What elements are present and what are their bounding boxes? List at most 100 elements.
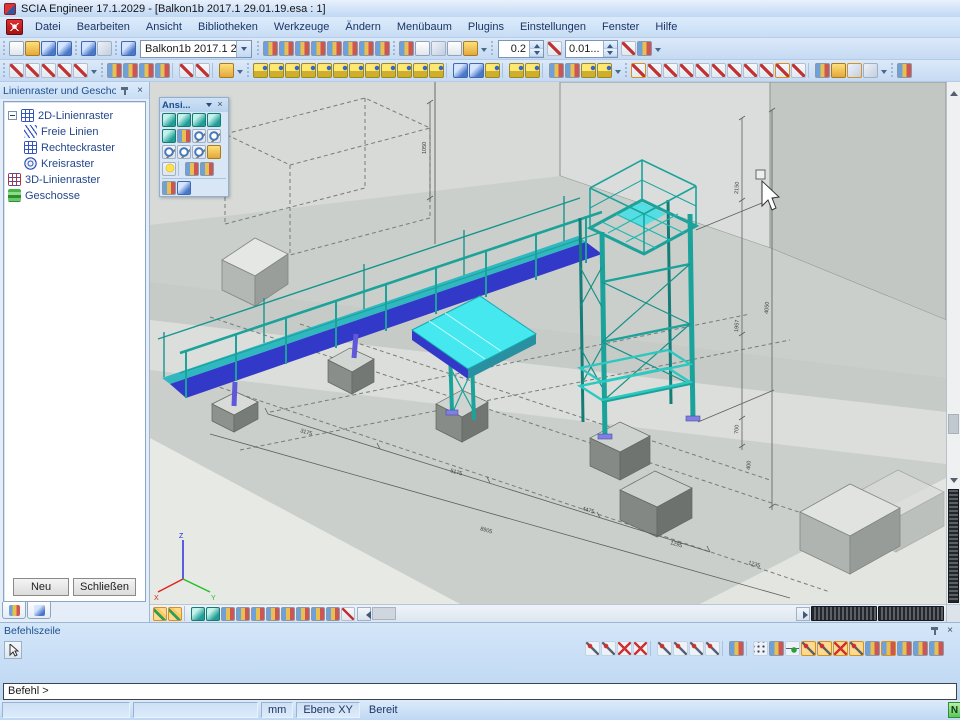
chevron-down-icon[interactable] [236,41,251,57]
perspective-icon[interactable] [177,181,191,195]
view-toolbar-header[interactable]: Ansi... × [160,98,228,112]
open-project-icon[interactable] [219,63,234,78]
snap-intersection-icon[interactable] [657,641,672,656]
truss-icon[interactable] [397,63,412,78]
eraser-icon[interactable] [485,63,500,78]
selection-cursor-button[interactable] [4,641,22,659]
snap-nearest-icon[interactable] [601,641,616,656]
render-mode-icon[interactable] [168,607,182,621]
close-icon[interactable]: × [134,85,146,97]
circle-icon[interactable] [57,63,72,78]
horizontal-scroll-track[interactable] [372,607,396,620]
menu-aendern[interactable]: Ändern [337,19,388,35]
axo-view-icon[interactable] [191,607,205,621]
vertical-scroll-track[interactable] [947,96,960,474]
zoom-in-icon[interactable] [192,129,206,143]
picture-a-icon[interactable] [311,607,325,621]
line-icon[interactable] [9,63,24,78]
line-grid-icon[interactable] [769,641,784,656]
toolbar-grip[interactable] [246,63,251,79]
shell-icon[interactable] [365,63,380,78]
label-beams-icon[interactable] [679,63,694,78]
render-a-icon[interactable] [185,162,199,176]
fly-through-icon[interactable] [195,63,210,78]
toolbar-grip[interactable] [74,41,79,57]
column-icon[interactable] [269,63,284,78]
toolbar-grip[interactable] [2,63,7,79]
menu-plugins[interactable]: Plugins [460,19,512,35]
snap-tangent-icon[interactable] [673,641,688,656]
scroll-left-icon[interactable] [357,607,371,621]
coord-info-icon[interactable] [162,181,176,195]
view-params-icon[interactable] [631,63,646,78]
chevron-down-icon[interactable] [204,100,214,110]
snap-midpoint-icon[interactable] [689,641,704,656]
menu-werkzeuge[interactable]: Werkzeuge [266,19,337,35]
menu-bibliotheken[interactable]: Bibliotheken [190,19,266,35]
project-selector[interactable]: Balkon1b 2017.1 2 [140,40,252,58]
brush-b-icon[interactable] [597,63,612,78]
calculator-icon[interactable] [431,41,446,56]
tree-item-3d-linienraster[interactable]: 3D-Linienraster [8,172,143,187]
spin-up-icon[interactable] [604,41,617,49]
catalog-icon[interactable] [295,41,310,56]
grid-panel-tab[interactable] [2,602,26,619]
wall-icon[interactable] [349,63,364,78]
light-icon[interactable] [162,162,176,176]
snap-segment-icon[interactable] [705,641,720,656]
snap-polygon-icon[interactable] [881,641,896,656]
dot-grid-icon[interactable] [753,641,768,656]
snap-off-icon[interactable] [633,641,648,656]
scroll-ribbed-bar[interactable] [811,606,877,621]
print-picture-icon[interactable] [815,63,830,78]
menu-datei[interactable]: Datei [27,19,69,35]
zoom-selection-icon[interactable] [192,145,206,159]
scene-settings-icon[interactable] [647,63,662,78]
save-all-icon[interactable] [57,41,72,56]
paste-icon[interactable] [155,63,170,78]
menu-hilfe[interactable]: Hilfe [647,19,685,35]
undo-icon[interactable] [81,41,96,56]
tree-item-geschosse[interactable]: Geschosse [8,188,143,203]
named-view-icon[interactable] [663,63,678,78]
wire-mode-icon[interactable] [153,607,167,621]
toolbar-grip[interactable] [100,63,105,79]
section-icon[interactable] [343,41,358,56]
render-b-icon[interactable] [200,162,214,176]
snap-exclude-icon[interactable] [833,641,848,656]
scroll-ribbed-bar[interactable] [878,606,944,621]
cursor-snap-icon[interactable] [547,41,562,56]
center-icon[interactable] [791,63,806,78]
rotate-view-icon[interactable] [177,129,191,143]
menu-fenster[interactable]: Fenster [594,19,647,35]
menu-bearbeiten[interactable]: Bearbeiten [69,19,138,35]
load-panel-icon[interactable] [381,63,396,78]
toolbar-overflow-icon[interactable] [235,64,244,78]
tree-item-freie-linien[interactable]: Freie Linien [8,124,143,139]
new-icon[interactable] [9,41,24,56]
toolbar-grip[interactable] [624,63,629,79]
menu-ansicht[interactable]: Ansicht [138,19,190,35]
status-plane[interactable]: Ebene XY [296,702,360,718]
view-axo-icon[interactable] [207,113,221,127]
view-panel-tab[interactable] [27,602,51,619]
save-icon[interactable] [41,41,56,56]
clipboard-picture-icon[interactable] [897,63,912,78]
support-icon[interactable] [413,63,428,78]
label-loads-icon[interactable] [727,63,742,78]
scroll-up-icon[interactable] [947,82,960,96]
arrow-icon[interactable] [469,63,484,78]
toolbar-overflow-icon[interactable] [879,64,888,78]
close-icon[interactable]: × [214,99,226,111]
document-icon[interactable] [447,41,462,56]
toolbar-grip[interactable] [2,41,7,57]
tree-item-rechteckraster[interactable]: Rechteckraster [8,140,143,155]
print-preview-icon[interactable] [415,41,430,56]
copy-icon[interactable] [123,63,138,78]
arc-icon[interactable] [41,63,56,78]
close-button[interactable]: Schließen [73,578,136,596]
grid-snap-icon[interactable] [341,607,355,621]
iso-view-icon[interactable] [206,607,220,621]
brush-a-icon[interactable] [581,63,596,78]
fast-draw-icon[interactable] [296,607,310,621]
